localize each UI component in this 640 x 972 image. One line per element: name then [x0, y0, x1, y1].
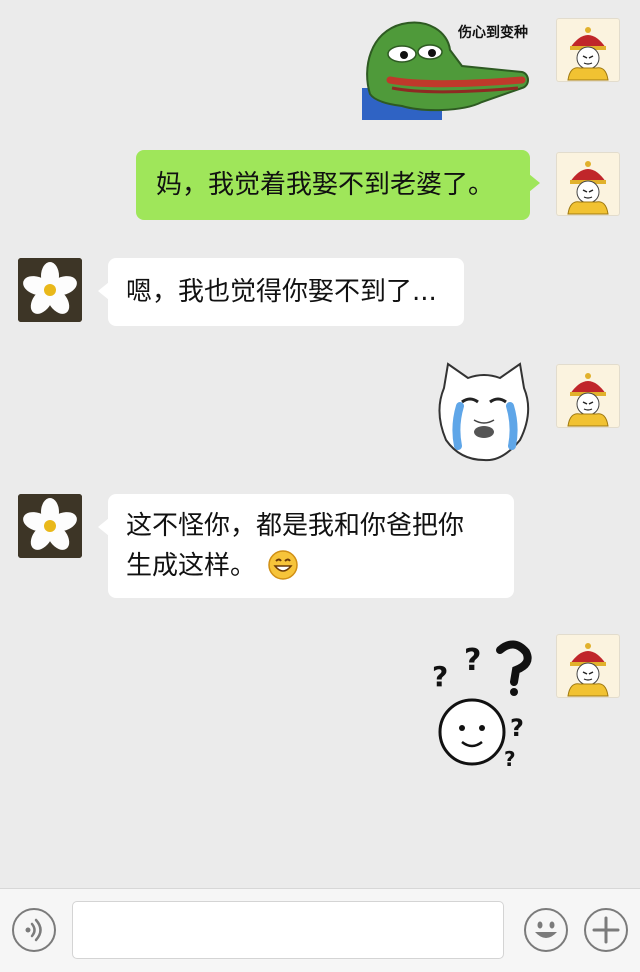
input-bar [0, 888, 640, 972]
plus-button[interactable] [584, 908, 628, 952]
voice-icon [25, 918, 42, 942]
grinning-emoji-icon [268, 550, 299, 580]
white-flower-avatar-icon [18, 258, 82, 322]
emperor-avatar-icon [567, 161, 609, 215]
message-text-line: 这不怪你，都是我和你爸把你 [126, 511, 465, 541]
my-avatar[interactable] [556, 364, 620, 428]
message-input[interactable] [72, 901, 504, 959]
message-text: 嗯，我也觉得你娶不到了... [126, 277, 437, 307]
contact-avatar[interactable] [18, 258, 82, 322]
svg-text:?: ? [510, 714, 524, 742]
voice-button[interactable] [12, 908, 56, 952]
contact-message-bubble[interactable]: 这不怪你，都是我和你爸把你 生成这样。 [98, 494, 514, 598]
plus-icon [592, 916, 620, 944]
chat-area[interactable]: 伤心到变种 妈，我觉着我娶不到老婆了。 嗯，我也觉得你娶不到了... 这不怪你，… [0, 0, 640, 888]
my-avatar[interactable] [556, 18, 620, 82]
sticker-caption: 伤心到变种 [458, 25, 528, 41]
emperor-avatar-icon [567, 643, 609, 697]
emperor-avatar-icon [567, 27, 609, 81]
emoji-button[interactable] [524, 908, 568, 952]
my-message-bubble[interactable]: 妈，我觉着我娶不到老婆了。 [136, 150, 540, 220]
emperor-avatar-icon [567, 373, 609, 427]
my-avatar[interactable] [556, 152, 620, 216]
confused-face-question-marks-sticker[interactable]: ? ? ? ? [424, 632, 536, 772]
message-text-line: 生成这样。 [126, 546, 496, 586]
contact-message-bubble[interactable]: 嗯，我也觉得你娶不到了... [98, 258, 464, 326]
my-avatar[interactable] [556, 634, 620, 698]
white-flower-avatar-icon [18, 494, 82, 558]
message-text: 妈，我觉着我娶不到老婆了。 [156, 170, 495, 200]
crying-cat-face-sticker[interactable] [430, 360, 538, 464]
emoji-face-icon [535, 921, 557, 938]
svg-text:?: ? [432, 660, 448, 693]
contact-avatar[interactable] [18, 494, 82, 558]
message-text: 生成这样。 [126, 551, 257, 581]
svg-text:?: ? [504, 747, 516, 771]
svg-text:?: ? [464, 643, 481, 678]
